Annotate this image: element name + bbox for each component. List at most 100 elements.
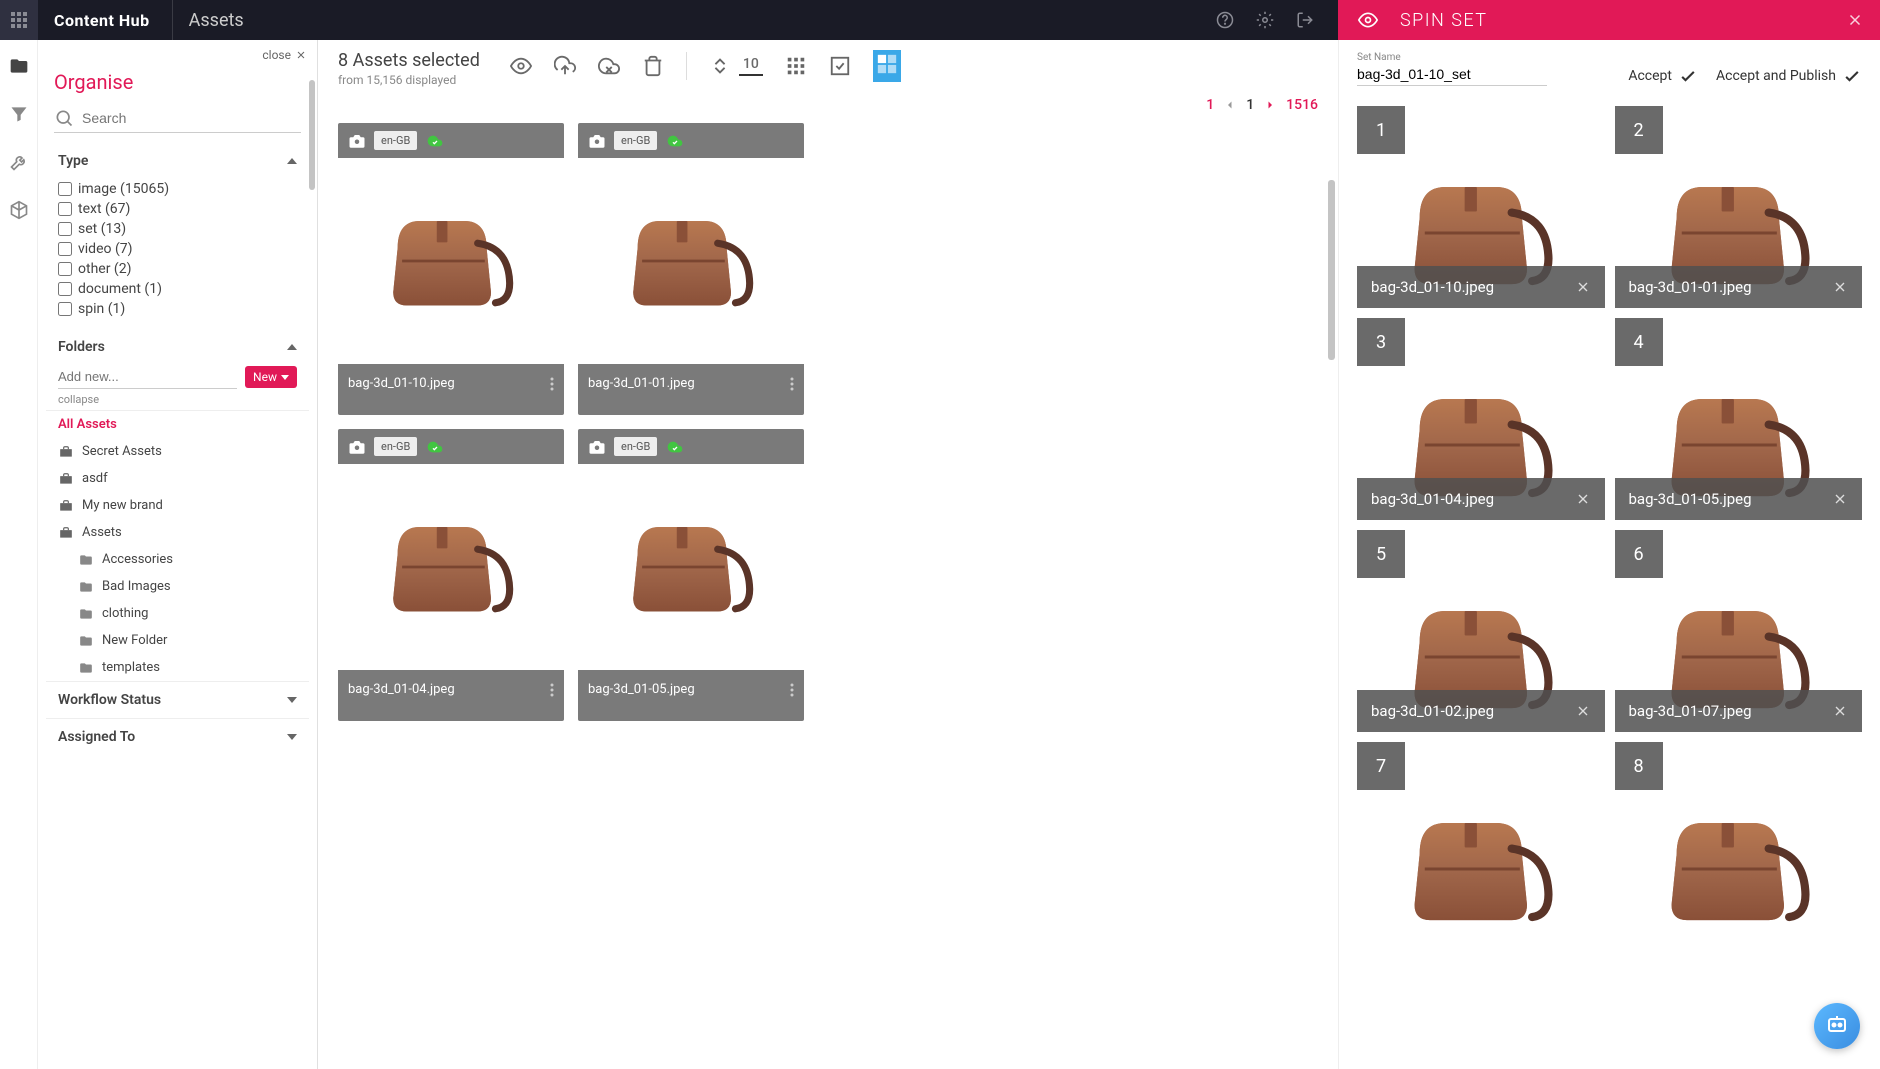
more-icon[interactable]: [550, 683, 554, 697]
folder-item[interactable]: clothing: [46, 600, 309, 627]
spin-item[interactable]: 1 bag-3d_01-10.jpeg: [1357, 106, 1605, 308]
cloud-remove-icon[interactable]: [598, 55, 620, 77]
remove-icon[interactable]: [1575, 703, 1591, 719]
folder-item[interactable]: New Folder: [46, 627, 309, 654]
type-filter-item[interactable]: document (1): [58, 279, 297, 299]
asset-filename: bag-3d_01-05.jpeg: [588, 682, 695, 697]
remove-icon[interactable]: [1832, 279, 1848, 295]
briefcase-icon: [58, 526, 74, 540]
collapse-link[interactable]: collapse: [46, 393, 309, 410]
cube-rail-icon[interactable]: [9, 200, 29, 220]
remove-icon[interactable]: [1575, 491, 1591, 507]
spin-item[interactable]: 4 bag-3d_01-05.jpeg: [1615, 318, 1863, 520]
type-filter-item[interactable]: spin (1): [58, 299, 297, 319]
preview-icon[interactable]: [510, 55, 532, 77]
accept-button[interactable]: Accept: [1628, 66, 1698, 86]
type-checkbox[interactable]: [58, 182, 72, 196]
type-filter-item[interactable]: image (15065): [58, 179, 297, 199]
tools-rail-icon[interactable]: [9, 152, 29, 172]
type-section-header[interactable]: Type: [46, 143, 309, 179]
set-name-input[interactable]: [1357, 63, 1547, 86]
type-filter-item[interactable]: other (2): [58, 259, 297, 279]
folder-rail-icon[interactable]: [9, 56, 29, 76]
remove-icon[interactable]: [1832, 491, 1848, 507]
asset-card[interactable]: en-GB bag-3d_01-01.jpeg: [578, 123, 804, 415]
type-checkbox[interactable]: [58, 202, 72, 216]
upload-icon[interactable]: [554, 55, 576, 77]
folder-label: templates: [102, 660, 160, 675]
more-icon[interactable]: [550, 377, 554, 391]
type-checkbox[interactable]: [58, 242, 72, 256]
preview-icon[interactable]: [1354, 10, 1382, 30]
page-total[interactable]: 1516: [1286, 97, 1318, 113]
page-next-icon[interactable]: [1264, 99, 1276, 111]
more-icon[interactable]: [790, 377, 794, 391]
folder-item[interactable]: Secret Assets: [46, 438, 309, 465]
briefcase-icon: [58, 445, 74, 459]
remove-icon[interactable]: [1575, 279, 1591, 295]
select-mode-icon[interactable]: [829, 55, 851, 77]
delete-icon[interactable]: [642, 55, 664, 77]
asset-filename: bag-3d_01-10.jpeg: [348, 376, 455, 391]
type-checkbox[interactable]: [58, 262, 72, 276]
apps-menu-button[interactable]: [0, 0, 38, 40]
folder-item[interactable]: All Assets: [46, 411, 309, 438]
folder-item[interactable]: Assets: [46, 519, 309, 546]
type-label: video (7): [78, 241, 133, 257]
scrollbar[interactable]: [309, 80, 315, 190]
selection-active-icon[interactable]: [873, 50, 901, 82]
type-filter-item[interactable]: video (7): [58, 239, 297, 259]
folder-item[interactable]: Bad Images: [46, 573, 309, 600]
page-prev-icon[interactable]: [1224, 99, 1236, 111]
new-button-label: New: [253, 370, 277, 384]
folder-item[interactable]: Accessories: [46, 546, 309, 573]
scrollbar[interactable]: [1328, 180, 1335, 360]
folders-section-header[interactable]: Folders: [46, 329, 309, 365]
settings-icon[interactable]: [1256, 11, 1274, 29]
spin-item[interactable]: 8: [1615, 742, 1863, 944]
spin-item[interactable]: 7: [1357, 742, 1605, 944]
remove-icon[interactable]: [1832, 703, 1848, 719]
spin-set-title: SPIN SET: [1400, 10, 1846, 31]
topbar: Content Hub Assets SPIN SET: [0, 0, 1880, 40]
folder-icon: [78, 553, 94, 567]
asset-card[interactable]: en-GB bag-3d_01-05.jpeg: [578, 429, 804, 721]
spin-item[interactable]: 6 bag-3d_01-07.jpeg: [1615, 530, 1863, 732]
workflow-section-header[interactable]: Workflow Status: [46, 681, 309, 718]
spin-item[interactable]: 5 bag-3d_01-02.jpeg: [1357, 530, 1605, 732]
displayed-count: from 15,156 displayed: [338, 73, 480, 87]
type-checkbox[interactable]: [58, 282, 72, 296]
page-current: 1: [1246, 97, 1254, 113]
folder-item[interactable]: My new brand: [46, 492, 309, 519]
apps-icon: [11, 12, 27, 28]
folder-item[interactable]: asdf: [46, 465, 309, 492]
close-organise[interactable]: close: [38, 40, 317, 62]
grid-view-icon[interactable]: [785, 55, 807, 77]
close-panel-icon[interactable]: [1846, 11, 1864, 29]
assigned-section-header[interactable]: Assigned To: [46, 718, 309, 755]
new-folder-button[interactable]: New: [245, 366, 297, 388]
page-size-input[interactable]: 10: [739, 56, 763, 76]
type-checkbox[interactable]: [58, 222, 72, 236]
help-icon[interactable]: [1216, 11, 1234, 29]
folder-item[interactable]: templates: [46, 654, 309, 681]
search-input[interactable]: [82, 110, 301, 126]
asset-card[interactable]: en-GB bag-3d_01-10.jpeg: [338, 123, 564, 415]
type-filter-item[interactable]: set (13): [58, 219, 297, 239]
sort-icon[interactable]: [709, 55, 731, 77]
spin-item[interactable]: 2 bag-3d_01-01.jpeg: [1615, 106, 1863, 308]
accept-publish-button[interactable]: Accept and Publish: [1716, 66, 1862, 86]
spin-item[interactable]: 3 bag-3d_01-04.jpeg: [1357, 318, 1605, 520]
add-folder-input[interactable]: [58, 365, 237, 389]
more-icon[interactable]: [790, 683, 794, 697]
page-first[interactable]: 1: [1206, 97, 1214, 113]
logout-icon[interactable]: [1296, 11, 1314, 29]
folder-label: New Folder: [102, 633, 167, 648]
type-filter-item[interactable]: text (67): [58, 199, 297, 219]
type-checkbox[interactable]: [58, 302, 72, 316]
filter-rail-icon[interactable]: [9, 104, 29, 124]
search-field[interactable]: [54, 108, 301, 133]
asset-card[interactable]: en-GB bag-3d_01-04.jpeg: [338, 429, 564, 721]
selected-count: 8 Assets selected: [338, 50, 480, 71]
chat-bubble-button[interactable]: [1814, 1003, 1860, 1049]
